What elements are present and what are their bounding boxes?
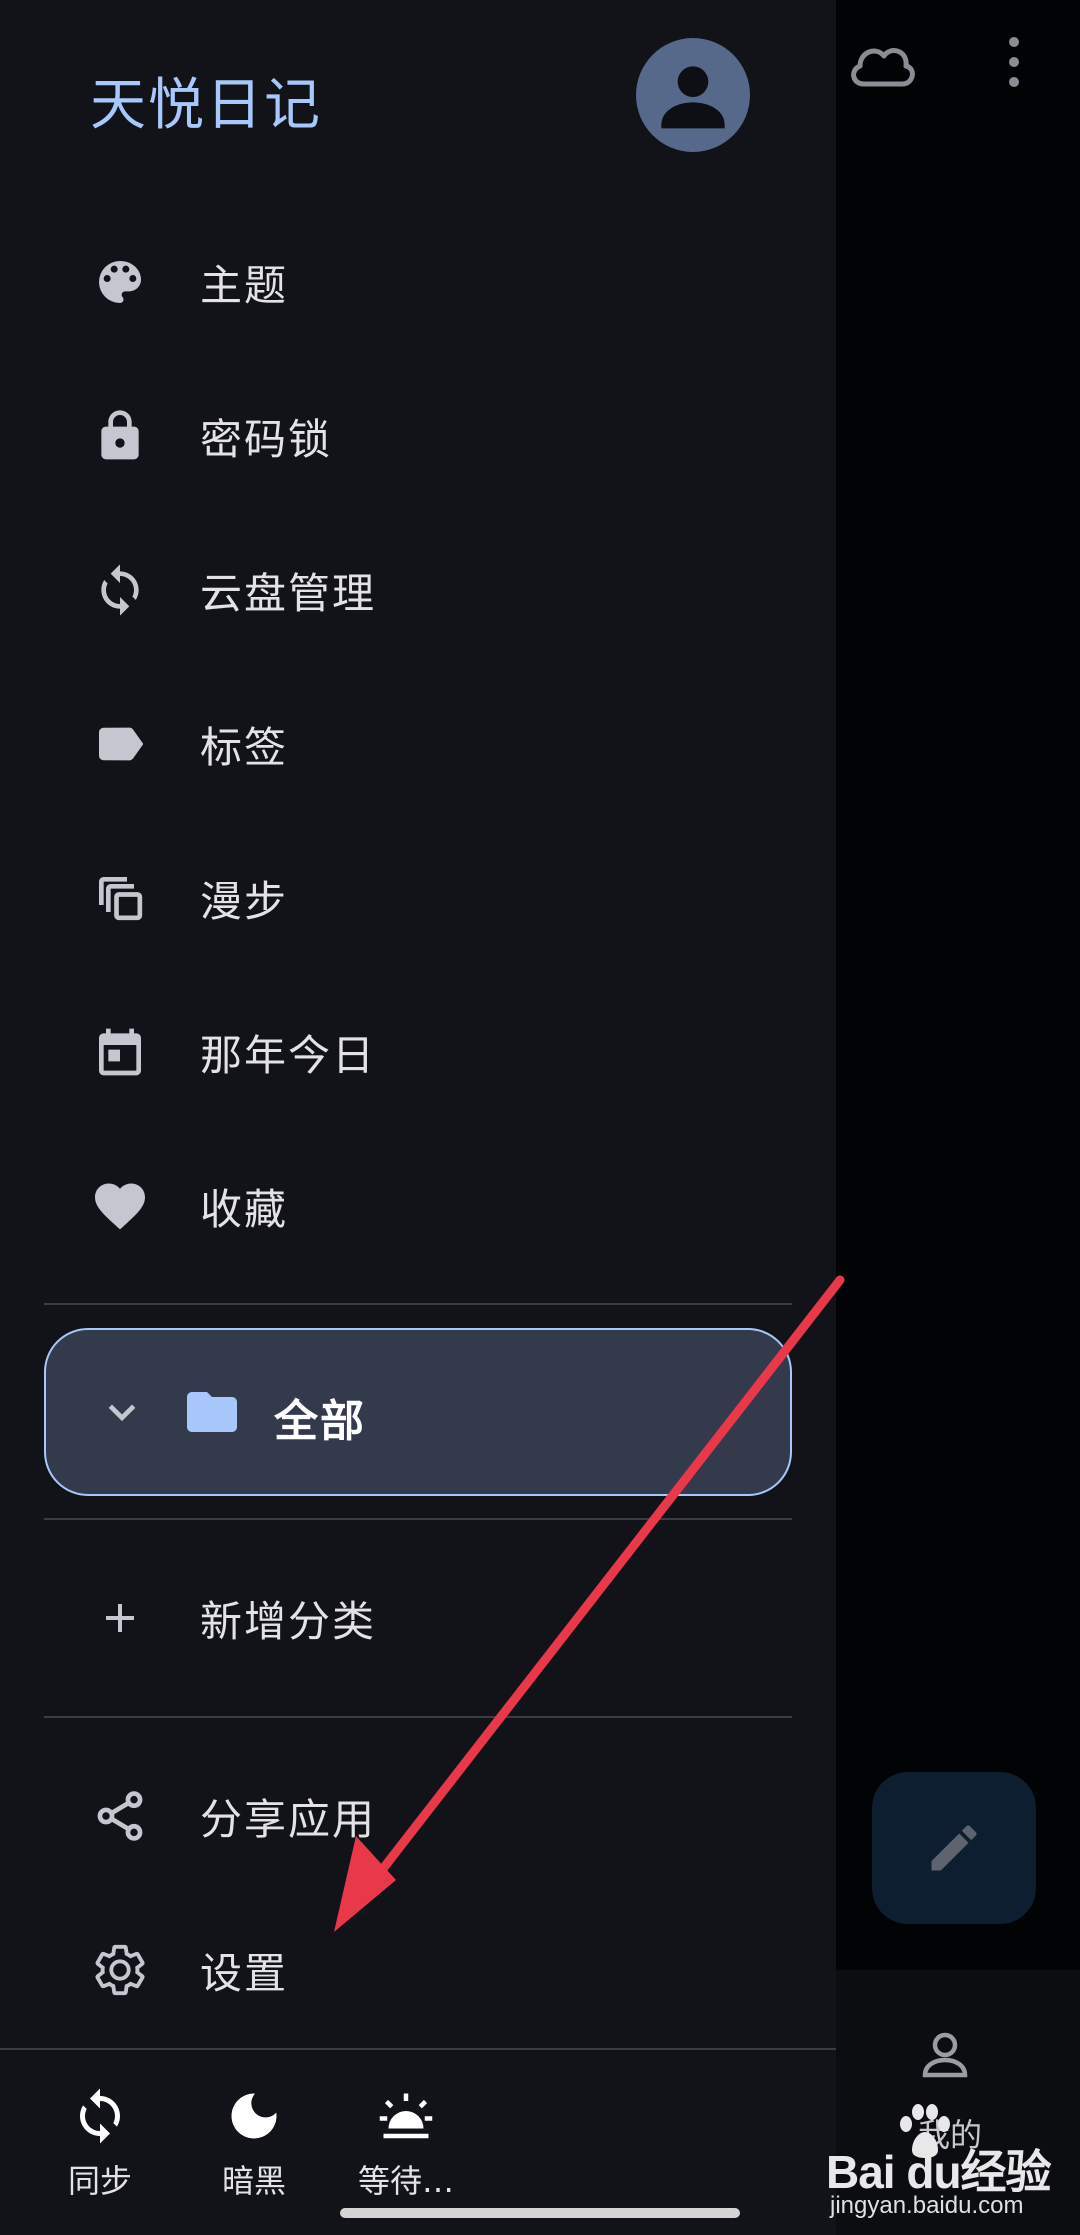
watermark: Bai du经验 jingyan.baidu.com (826, 2104, 1076, 2230)
divider (44, 1303, 792, 1305)
cloud-icon[interactable] (846, 36, 918, 92)
folder-label: 全部 (274, 1396, 366, 1447)
menu-item-cloud-management[interactable]: 云盘管理 (0, 530, 836, 650)
share-app-label: 分享应用 (200, 1794, 377, 1844)
moon-icon (231, 2093, 277, 2139)
menu-item-tags[interactable]: 标签 (0, 684, 836, 804)
menu-item-password-lock[interactable]: 密码锁 (0, 376, 836, 496)
drawer-bottom-bar: 同步 暗黑 等待… (0, 2048, 836, 2235)
menu-item-stroll[interactable]: 漫步 (0, 838, 836, 958)
pencil-icon (931, 1825, 977, 1871)
sunrise-icon (379, 2093, 433, 2139)
copy-stack-icon (90, 868, 150, 928)
app-title: 天悦日记 (90, 73, 322, 138)
navigation-drawer: 天悦日记 主题 密码锁 云盘管理 标签 漫步 那年今日 收藏 全部 新增分类 分… (0, 0, 836, 2235)
sync-button[interactable]: 同步 (30, 2066, 170, 2206)
menu-item-theme[interactable]: 主题 (0, 222, 836, 342)
person-icon[interactable] (915, 2025, 975, 2085)
share-app-button[interactable]: 分享应用 (0, 1756, 836, 1876)
folder-icon (187, 1392, 237, 1432)
avatar[interactable] (636, 38, 750, 152)
menu-label: 密码锁 (200, 414, 333, 464)
dark-mode-button[interactable]: 暗黑 (184, 2066, 324, 2206)
label-icon (90, 714, 150, 774)
add-category-button[interactable]: 新增分类 (0, 1558, 836, 1678)
palette-icon (90, 252, 150, 312)
calendar-icon (90, 1022, 150, 1082)
settings-button[interactable]: 设置 (0, 1910, 836, 2030)
menu-item-on-this-day[interactable]: 那年今日 (0, 992, 836, 1112)
chevron-down-icon[interactable] (94, 1384, 150, 1440)
divider (44, 1716, 792, 1718)
plus-icon (90, 1588, 150, 1648)
settings-label: 设置 (200, 1948, 289, 1998)
account-icon (661, 66, 725, 129)
menu-label: 收藏 (200, 1184, 289, 1234)
menu-item-favorites[interactable]: 收藏 (0, 1146, 836, 1266)
sync-icon (80, 2088, 120, 2144)
home-indicator[interactable] (340, 2208, 740, 2218)
menu-label: 标签 (200, 722, 289, 772)
menu-label: 云盘管理 (200, 568, 377, 618)
sync-label: 同步 (67, 2162, 132, 2200)
add-category-label: 新增分类 (200, 1596, 377, 1646)
waiting-label: 等待… (357, 2162, 454, 2200)
menu-label: 那年今日 (200, 1030, 377, 1080)
gear-icon (90, 1940, 150, 2000)
menu-label: 漫步 (200, 876, 289, 926)
screen: 我的 天悦日记 主题 密码锁 云盘管理 标签 漫步 那年今日 收藏 全部 新增分… (0, 0, 1080, 2235)
folder-item-all[interactable]: 全部 (44, 1328, 792, 1496)
more-vert-icon[interactable] (996, 32, 1032, 92)
heart-icon (90, 1176, 150, 1236)
watermark-url: jingyan.baidu.com (830, 2192, 1024, 2219)
menu-label: 主题 (200, 260, 289, 310)
lock-icon (90, 406, 150, 466)
share-icon (90, 1786, 150, 1846)
compose-fab[interactable] (872, 1772, 1036, 1924)
sync-icon (90, 560, 150, 620)
waiting-button[interactable]: 等待… (336, 2066, 476, 2206)
dark-label: 暗黑 (221, 2162, 286, 2200)
divider (44, 1518, 792, 1520)
